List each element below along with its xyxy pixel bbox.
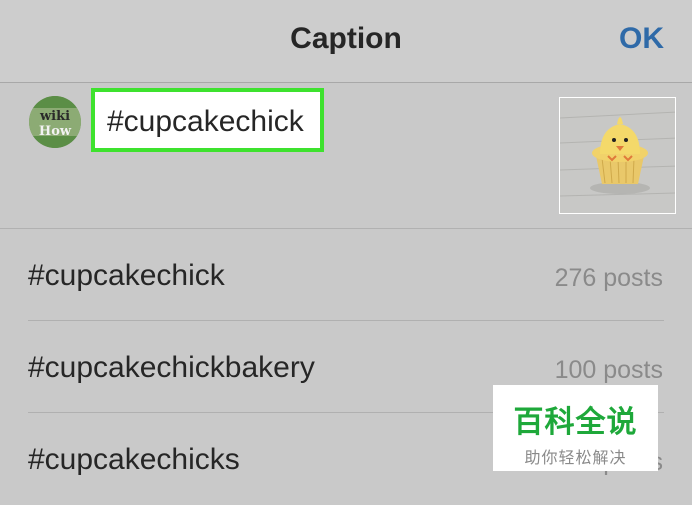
suggestion-post-count: 100 posts — [554, 356, 663, 384]
watermark-badge: 百科全说 助你轻松解决 — [493, 385, 658, 471]
caption-input[interactable]: #cupcakechick — [91, 88, 324, 152]
suggestion-tag: #cupcakechickbakery — [28, 351, 315, 384]
watermark-title: 百科全说 — [513, 406, 638, 439]
watermark-subtitle: 助你轻松解决 — [524, 450, 627, 467]
ok-button[interactable]: OK — [619, 22, 664, 56]
wikihow-logo-icon: wiki How — [29, 96, 81, 148]
suggestion-tag: #cupcakechick — [28, 259, 225, 292]
page-title: Caption — [290, 22, 402, 55]
suggestion-tag: #cupcakechicks — [28, 443, 240, 476]
avatar: wiki How — [29, 96, 81, 148]
caption-compose-area: wiki How #cupcakechick — [0, 83, 692, 229]
svg-text:How: How — [39, 124, 72, 139]
navigation-header: Caption OK — [0, 0, 692, 83]
post-thumbnail — [559, 97, 676, 214]
cupcake-chick-photo-icon — [560, 98, 675, 213]
caption-input-value: #cupcakechick — [107, 105, 304, 138]
svg-text:wiki: wiki — [39, 109, 70, 124]
suggestion-row[interactable]: #cupcakechick 276 posts — [0, 229, 692, 321]
suggestion-post-count: 276 posts — [554, 264, 663, 292]
